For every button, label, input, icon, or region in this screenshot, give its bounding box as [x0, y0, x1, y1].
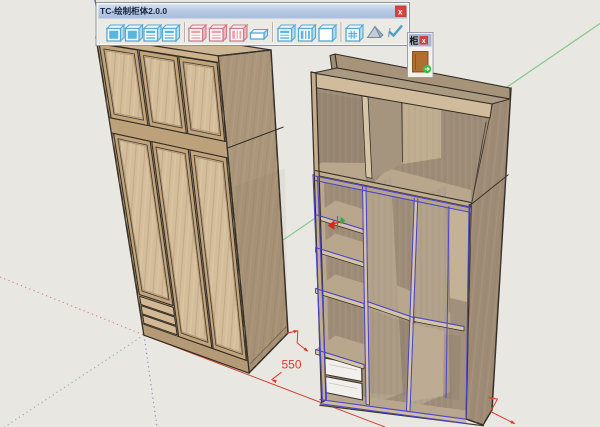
svg-text:x: x	[398, 8, 403, 17]
svg-text:550: 550	[282, 358, 302, 372]
svg-text:TC-绘制柜体2.0.0: TC-绘制柜体2.0.0	[100, 6, 167, 16]
svg-text:柜: 柜	[409, 35, 419, 46]
svg-text:x: x	[422, 38, 426, 45]
